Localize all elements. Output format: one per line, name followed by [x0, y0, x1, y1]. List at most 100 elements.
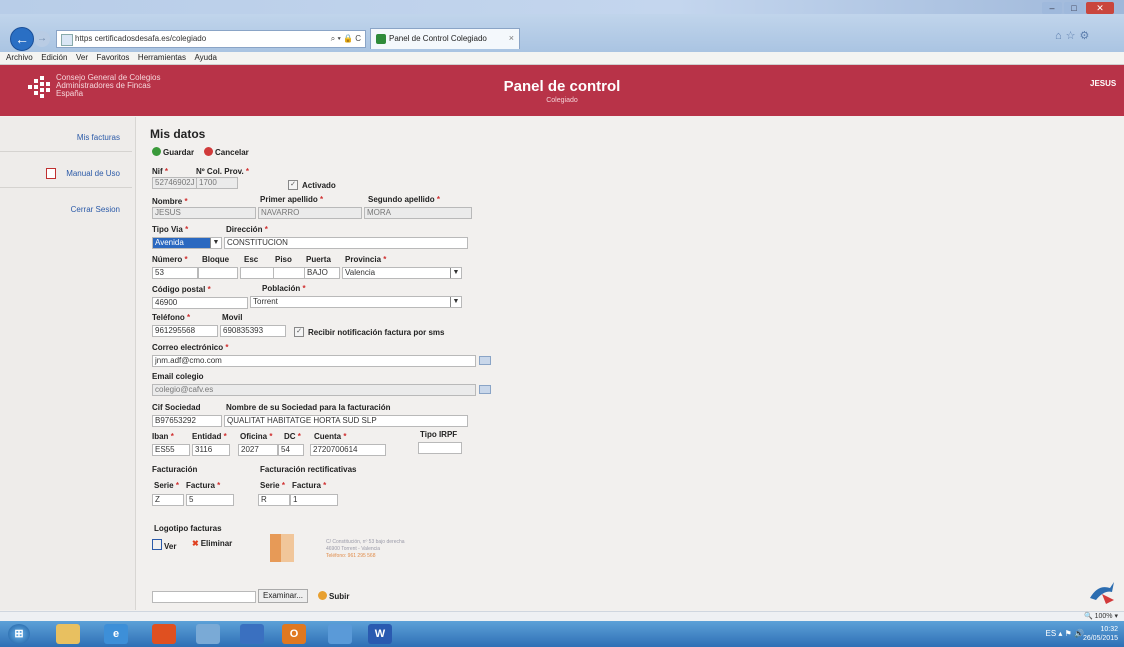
entidad-field[interactable]: 3116 [192, 444, 230, 456]
chevron-down-icon: ▼ [450, 297, 461, 307]
cif-field[interactable]: B97653292 [152, 415, 222, 427]
app2-icon[interactable] [328, 624, 352, 644]
subir-label: Subir [329, 592, 350, 601]
tab-close-icon[interactable]: × [509, 33, 514, 43]
facturacion-label: Facturación [152, 465, 198, 474]
menu-archivo[interactable]: Archivo [6, 53, 33, 62]
ie-icon[interactable]: e [104, 624, 128, 644]
menu-favoritos[interactable]: Favoritos [97, 53, 130, 62]
section-title: Mis datos [150, 127, 206, 141]
cancel-button[interactable]: Cancelar [204, 147, 249, 157]
provincia-value: Valencia [345, 268, 376, 277]
piso-field[interactable] [273, 267, 305, 279]
browser-tab[interactable]: Panel de Control Colegiado × [370, 28, 520, 49]
sociedad-field[interactable]: QUALITAT HABITATGE HORTA SUD SLP [224, 415, 468, 427]
provincia-select[interactable]: Valencia ▼ [342, 267, 462, 279]
address-controls[interactable]: ⌕ ▾ 🔒 C [331, 34, 361, 44]
sidebar-item-label: Cerrar Sesion [70, 205, 120, 214]
system-tray[interactable]: ES ▴ ⚑ 🔊 [1046, 629, 1085, 638]
puerta-field[interactable]: BAJO [304, 267, 340, 279]
eliminar-button[interactable]: ✖ Eliminar [192, 539, 232, 548]
mail-icon[interactable] [479, 385, 491, 394]
poblacion-value: Torrent [253, 297, 278, 306]
correo-label: Correo electrónico * [152, 343, 229, 352]
browser-tools-icons[interactable]: ⌂☆⚙ [1055, 29, 1093, 42]
sidebar-item-label: Mis facturas [76, 133, 120, 142]
back-button[interactable]: ← [10, 27, 34, 51]
oficina-field[interactable]: 2027 [238, 444, 278, 456]
menu-ayuda[interactable]: Ayuda [194, 53, 217, 62]
app-icon[interactable] [196, 624, 220, 644]
file-path-field[interactable] [152, 591, 256, 603]
iban-label: Iban * [152, 432, 174, 441]
favicon-icon [376, 34, 386, 44]
mail-icon[interactable] [479, 356, 491, 365]
nombre-label: Nombre * [152, 197, 188, 206]
minimize-icon[interactable]: – [1042, 2, 1062, 14]
menu-ver[interactable]: Ver [76, 53, 88, 62]
telefono-field[interactable]: 961295568 [152, 325, 218, 337]
start-icon[interactable]: ⊞ [8, 624, 30, 644]
ver-button[interactable]: Ver [152, 539, 176, 551]
close-icon[interactable]: ✕ [1086, 2, 1114, 14]
rect-label: Facturación rectificativas [260, 465, 357, 474]
examinar-button[interactable]: Examinar... [258, 589, 309, 603]
user-name[interactable]: JESUS [1090, 79, 1116, 88]
cuenta-field[interactable]: 2720700614 [310, 444, 386, 456]
company-logo-text: C/ Constitución, nº 53 bajo derecha 4690… [326, 539, 405, 560]
chrome-icon[interactable] [152, 624, 176, 644]
save-label: Guardar [163, 148, 195, 157]
tipovia-value: Avenida [155, 238, 184, 247]
factura-rect-field[interactable]: 1 [290, 494, 338, 506]
esc-label: Esc [244, 255, 259, 264]
forward-button[interactable]: → [34, 31, 50, 47]
clock-time: 10:32 [1100, 626, 1118, 633]
subir-button[interactable]: Subir [318, 591, 349, 601]
chevron-down-icon: ▼ [210, 238, 221, 248]
irpf-field[interactable] [418, 442, 462, 454]
language-indicator[interactable]: ES [1046, 629, 1057, 638]
cp-field[interactable]: 46900 [152, 297, 248, 309]
sociedad-label: Nombre de su Sociedad para la facturació… [226, 403, 391, 412]
activado-checkbox[interactable]: ✓ [288, 180, 298, 190]
acrobat-icon[interactable] [240, 624, 264, 644]
bloque-field[interactable] [198, 267, 238, 279]
movil-field[interactable]: 690835393 [220, 325, 286, 337]
nombre-field[interactable]: JESUS [152, 207, 256, 219]
apellido2-field[interactable]: MORA [364, 207, 472, 219]
direccion-field[interactable]: CONSTITUCION [224, 237, 468, 249]
colprov-field[interactable]: 1700 [196, 177, 238, 189]
address-bar[interactable]: https certificadosdesafa.es/colegiado ⌕ … [56, 30, 366, 48]
sidebar-item-manual[interactable]: Manual de Uso [0, 159, 132, 188]
window-controls: – □ ✕ [1042, 2, 1122, 16]
sidebar-item-mis-facturas[interactable]: Mis facturas [0, 123, 132, 152]
emailcol-field[interactable]: colegio@cafv.es [152, 384, 476, 396]
serie-rect-field[interactable]: R [258, 494, 290, 506]
cif-label: Cif Sociedad [152, 403, 201, 412]
irpf-label: Tipo IRPF [420, 430, 458, 439]
explorer-icon[interactable] [56, 624, 80, 644]
sidebar-item-cerrar-sesion[interactable]: Cerrar Sesion [0, 195, 132, 223]
nif-field[interactable]: 52746902J [152, 177, 198, 189]
bloque-label: Bloque [202, 255, 230, 264]
ver-label: Ver [164, 542, 177, 551]
poblacion-select[interactable]: Torrent ▼ [250, 296, 462, 308]
iban-field[interactable]: ES55 [152, 444, 190, 456]
numero-field[interactable]: 53 [152, 267, 198, 279]
tipovia-select[interactable]: Avenida ▼ [152, 237, 222, 249]
serie-field[interactable]: Z [152, 494, 184, 506]
maximize-icon[interactable]: □ [1064, 2, 1084, 14]
menu-edicion[interactable]: Edición [41, 53, 67, 62]
sms-checkbox[interactable]: ✓ [294, 327, 304, 337]
factura-field[interactable]: 5 [186, 494, 234, 506]
apellido1-field[interactable]: NAVARRO [258, 207, 362, 219]
save-button[interactable]: Guardar [152, 147, 194, 157]
outlook-icon[interactable]: O [282, 624, 306, 644]
correo-field[interactable]: jnm.adf@cmo.com [152, 355, 476, 367]
esc-field[interactable] [240, 267, 274, 279]
clock[interactable]: 10:32 26/05/2015 [1083, 625, 1118, 643]
menu-herramientas[interactable]: Herramientas [138, 53, 186, 62]
delete-icon: ✖ [192, 539, 199, 548]
word-icon[interactable]: W [368, 624, 392, 644]
dc-field[interactable]: 54 [278, 444, 304, 456]
